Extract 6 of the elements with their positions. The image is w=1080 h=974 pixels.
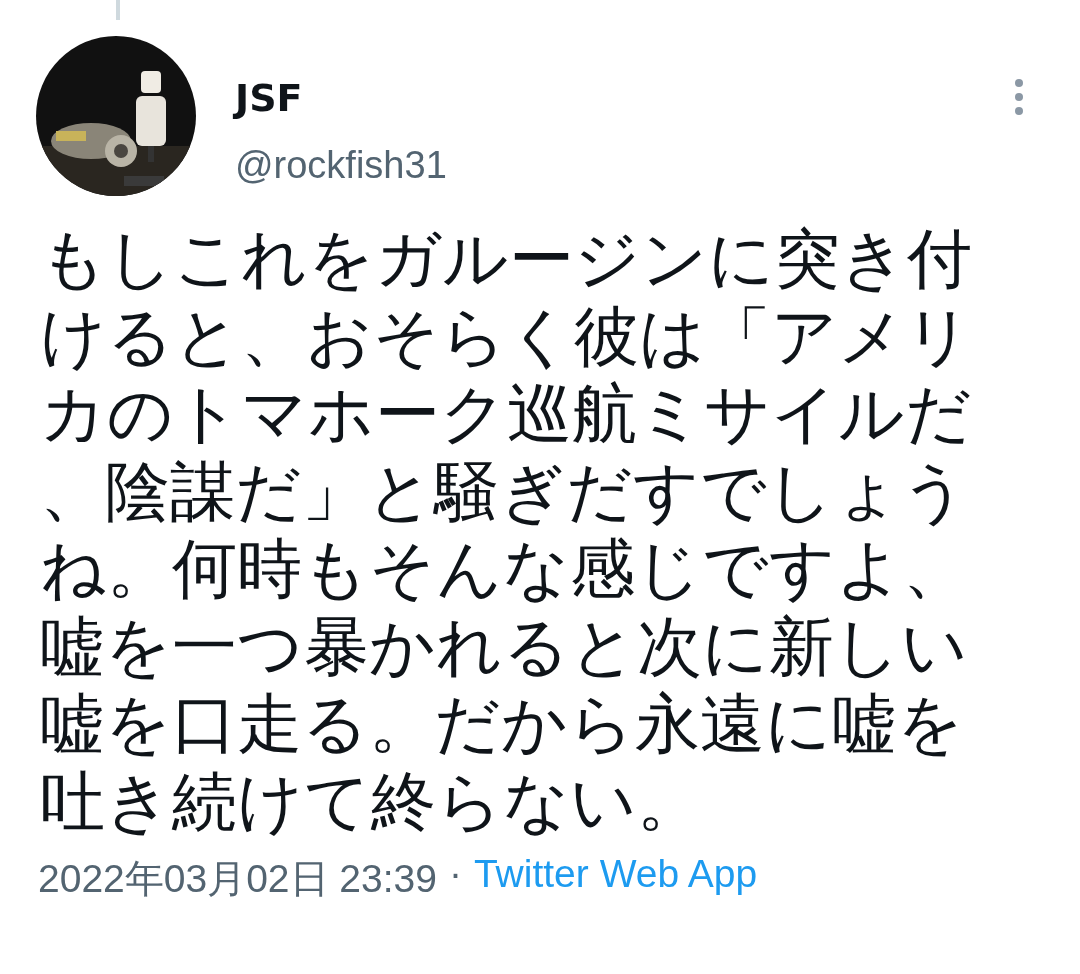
timestamp[interactable]: 2022年03月02日 23:39 [38,852,437,906]
separator: · [448,852,462,897]
more-icon[interactable] [1014,78,1024,116]
tweet-text: もしこれをガルージンに突き付けると、おそらく彼は「アメリカのトマホーク巡航ミサイルだ、陰謀だ」と騒ぎだすでしょうね。何時もそんな感じですよ、嘘を一つ暴かれると次に新しい嘘を口走る。だから永遠に嘘を吐き続けて終らない。 [40,220,973,840]
author-handle[interactable]: @rockfish31 [235,142,447,188]
author-name[interactable]: JSF [235,74,303,122]
